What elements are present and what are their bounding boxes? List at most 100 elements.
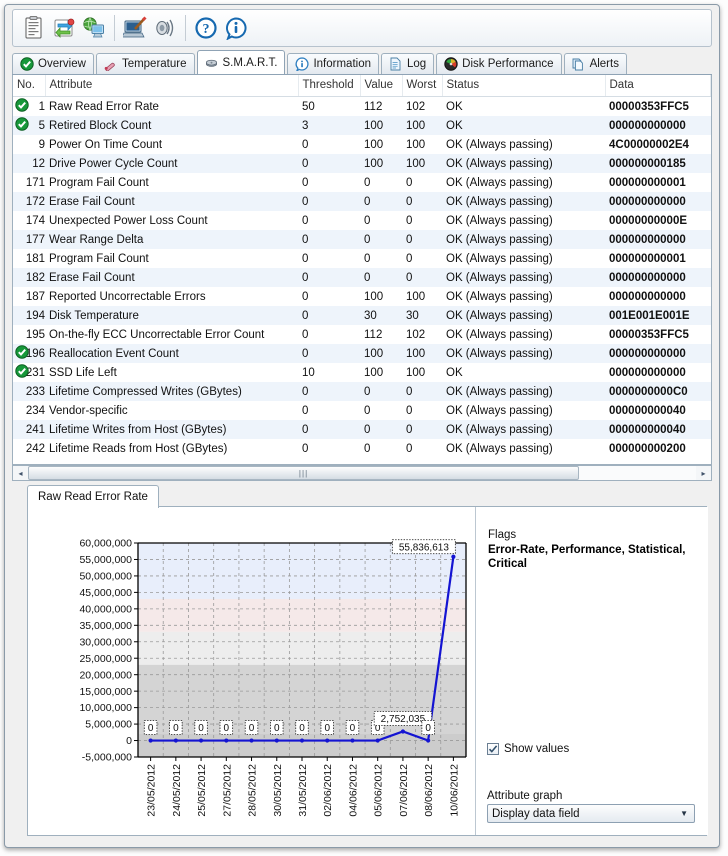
cell-status: OK (Always passing) bbox=[446, 138, 553, 151]
configure-disk-icon[interactable] bbox=[120, 12, 150, 44]
table-row[interactable]: 181 Program Fail Count 0 0 0 OK (Always passi… bbox=[13, 249, 711, 268]
cell-threshold: 50 bbox=[302, 100, 315, 113]
cell-no: 233 bbox=[13, 382, 45, 401]
col-header-attribute[interactable]: Attribute bbox=[45, 75, 299, 97]
table-row[interactable]: 182 Erase Fail Count 0 0 0 OK (Always passing… bbox=[13, 268, 711, 287]
cell-attribute: SSD Life Left bbox=[49, 366, 117, 379]
cell-attribute: Reported Uncorrectable Errors bbox=[49, 290, 206, 303]
cell-value: 100 bbox=[360, 344, 402, 363]
tab-overview[interactable]: Overview bbox=[12, 53, 94, 74]
about-info-icon[interactable] bbox=[221, 12, 251, 44]
table-row[interactable]: 194 Disk Temperature 0 30 30 OK (Always passi… bbox=[13, 306, 711, 325]
table-row[interactable]: 177 Wear Range Delta 0 0 0 OK (Always passing… bbox=[13, 230, 711, 249]
green-check-icon bbox=[15, 345, 29, 359]
table-row[interactable]: 174 Unexpected Power Loss Count 0 0 0 OK (Alw… bbox=[13, 211, 711, 230]
graph-tab-raw-read-error-rate[interactable]: Raw Read Error Rate bbox=[27, 485, 159, 508]
tab-temperature[interactable]: Temperature bbox=[95, 53, 195, 74]
chevron-down-icon[interactable]: ▼ bbox=[680, 809, 688, 818]
smart-attributes-table: No. Attribute Threshold Value Worst Stat… bbox=[13, 75, 711, 458]
graph-tab-label: Raw Read Error Rate bbox=[38, 491, 148, 503]
table-row[interactable]: 1 Raw Read Error Rate 50 112 102 OK 00000353FF… bbox=[13, 97, 711, 117]
col-header-no[interactable]: No. bbox=[13, 75, 46, 97]
svg-text:0: 0 bbox=[224, 723, 230, 734]
table-row[interactable]: 196 Reallocation Event Count 0 100 100 OK (Al… bbox=[13, 344, 711, 363]
table-row[interactable]: 242 Lifetime Reads from Host (GBytes) 0 0 0 O… bbox=[13, 439, 711, 458]
tab-smart[interactable]: S.M.A.R.T. bbox=[196, 50, 286, 74]
cell-worst: 100 bbox=[406, 138, 426, 151]
cell-threshold: 0 bbox=[298, 230, 360, 249]
help-icon[interactable]: ? bbox=[191, 12, 221, 44]
cell-threshold: 0 bbox=[298, 306, 360, 325]
tab-disk-performance[interactable]: Disk Performance bbox=[436, 53, 562, 74]
cell-value: 100 bbox=[364, 290, 384, 303]
sound-icon[interactable] bbox=[150, 12, 180, 44]
cell-threshold: 0 bbox=[298, 420, 360, 439]
cell-value: 112 bbox=[364, 100, 383, 113]
svg-text:0: 0 bbox=[249, 723, 255, 734]
cell-status: OK (Always passing) bbox=[442, 230, 605, 249]
table-row[interactable]: 195 On-the-fly ECC Uncorrectable Error Co… bbox=[13, 325, 711, 344]
cell-status: OK (Always passing) bbox=[442, 268, 605, 287]
refresh-icon[interactable] bbox=[49, 12, 79, 44]
cell-worst: 100 bbox=[402, 116, 442, 135]
attribute-graph-select[interactable]: Display data field ▼ bbox=[487, 804, 695, 823]
col-header-value[interactable]: Value bbox=[360, 75, 403, 97]
cell-status: OK (Always passing) bbox=[442, 154, 605, 173]
svg-text:60,000,000: 60,000,000 bbox=[79, 538, 132, 550]
tab-information[interactable]: Information bbox=[287, 53, 379, 74]
flags-label: Flags bbox=[488, 529, 517, 541]
cell-no: 174 bbox=[25, 214, 45, 227]
col-header-data[interactable]: Data bbox=[605, 75, 711, 97]
cell-threshold: 3 bbox=[298, 116, 360, 135]
scrollbar-thumb[interactable]: ||| bbox=[28, 466, 580, 480]
svg-text:05/06/2012: 05/06/2012 bbox=[373, 764, 385, 817]
cell-data: 0000000000C0 bbox=[605, 382, 711, 401]
cell-threshold: 0 bbox=[302, 404, 309, 417]
svg-text:31/05/2012: 31/05/2012 bbox=[297, 764, 309, 817]
tab-disk-performance-label: Disk Performance bbox=[462, 58, 554, 70]
table-row[interactable]: 5 Retired Block Count 3 100 100 OK 00000000000… bbox=[13, 116, 711, 135]
svg-text:27/05/2012: 27/05/2012 bbox=[221, 764, 233, 817]
report-icon[interactable] bbox=[19, 12, 49, 44]
cell-attribute: Wear Range Delta bbox=[45, 230, 298, 249]
table-row[interactable]: 233 Lifetime Compressed Writes (GBytes) 0 0… bbox=[13, 382, 711, 401]
col-header-threshold[interactable]: Threshold bbox=[298, 75, 361, 97]
table-row[interactable]: 171 Program Fail Count 0 0 0 OK (Always passi… bbox=[13, 173, 711, 192]
table-row[interactable]: 241 Lifetime Writes from Host (GBytes) 0 0 0… bbox=[13, 420, 711, 439]
cell-worst: 100 bbox=[402, 154, 442, 173]
toolbar-separator-1 bbox=[114, 15, 115, 41]
graph-panel: 60,000,000 55,000,000 50,000,000 45,000,000… bbox=[27, 506, 708, 836]
table-row[interactable]: 12 Drive Power Cycle Count 0 100 100 OK (Alwa… bbox=[13, 154, 711, 173]
table-body: 1 Raw Read Error Rate 50 112 102 OK 00000353FF… bbox=[13, 97, 711, 459]
graph-side-panel: Flags Error-Rate, Performance, Statistic… bbox=[475, 507, 708, 835]
cell-attribute: Retired Block Count bbox=[45, 116, 298, 135]
table-horizontal-scrollbar[interactable]: ◂ ||| ▸ bbox=[12, 465, 712, 481]
cell-threshold: 0 bbox=[298, 268, 360, 287]
col-header-worst[interactable]: Worst bbox=[402, 75, 443, 97]
table-row[interactable]: 234 Vendor-specific 0 0 0 OK (Always passing)… bbox=[13, 401, 711, 420]
table-row[interactable]: 172 Erase Fail Count 0 0 0 OK (Always passing… bbox=[13, 192, 711, 211]
table-row[interactable]: 9 Power On Time Count 0 100 100 OK (Always pa… bbox=[13, 135, 711, 154]
checkbox-box[interactable] bbox=[487, 743, 499, 755]
scroll-left-arrow-icon[interactable]: ◂ bbox=[13, 466, 28, 480]
cell-threshold: 0 bbox=[302, 290, 309, 303]
svg-text:0: 0 bbox=[299, 723, 305, 734]
thermometer-icon bbox=[103, 57, 118, 72]
cell-no: 12 bbox=[13, 154, 45, 173]
show-values-checkbox[interactable]: Show values bbox=[487, 743, 569, 755]
cell-attribute: Lifetime Writes from Host (GBytes) bbox=[45, 420, 298, 439]
table-row[interactable]: 231 SSD Life Left 10 100 100 OK 000000000000 bbox=[13, 363, 711, 382]
scrollbar-track[interactable]: ||| bbox=[28, 466, 696, 480]
green-check-icon bbox=[15, 98, 29, 112]
tab-log[interactable]: Log bbox=[380, 53, 435, 74]
cell-no: 177 bbox=[13, 230, 45, 249]
disk-monitor-window: ? Overview Temperature S.M.A.R.T. Inform… bbox=[4, 4, 720, 848]
cell-status: OK (Always passing) bbox=[442, 192, 605, 211]
scroll-right-arrow-icon[interactable]: ▸ bbox=[696, 466, 711, 480]
col-header-status[interactable]: Status bbox=[442, 75, 606, 97]
network-globe-icon[interactable] bbox=[79, 12, 109, 44]
tab-alerts[interactable]: Alerts bbox=[563, 53, 627, 74]
svg-text:0: 0 bbox=[274, 723, 280, 734]
cell-status: OK bbox=[442, 116, 605, 135]
table-row[interactable]: 187 Reported Uncorrectable Errors 0 100 100 O… bbox=[13, 287, 711, 306]
